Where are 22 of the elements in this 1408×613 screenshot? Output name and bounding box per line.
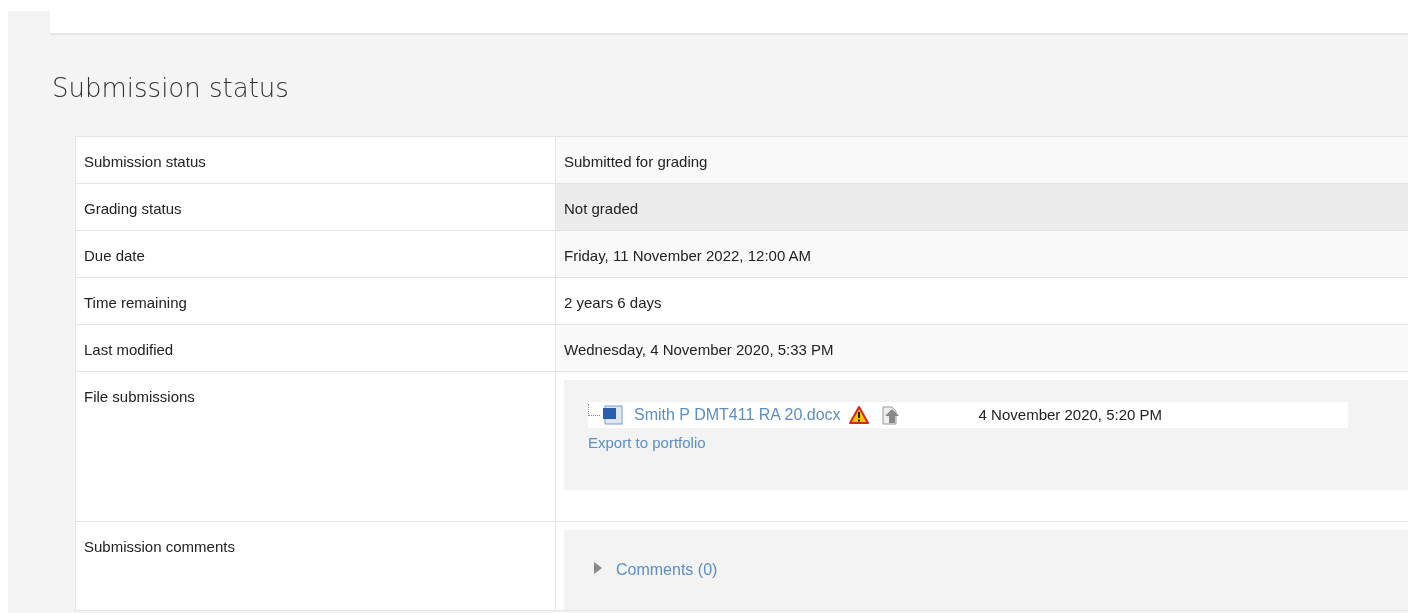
comments-link[interactable]: Comments (0)	[616, 558, 718, 582]
row-label: Submission status	[84, 153, 206, 170]
section-heading: Submission status	[52, 72, 289, 105]
export-icon[interactable]	[880, 404, 901, 426]
expand-triangle-icon[interactable]	[594, 562, 602, 574]
row-label: File submissions	[84, 388, 195, 405]
row-value: Friday, 11 November 2022, 12:00 AM	[564, 247, 812, 264]
tree-connector	[588, 404, 600, 416]
row-label: Due date	[84, 247, 145, 264]
row-label: Last modified	[84, 341, 174, 358]
file-link[interactable]: Smith P DMT411 RA 20.docx	[634, 403, 841, 427]
row-value: Submitted for grading	[564, 153, 708, 170]
row-value: 2 years 6 days	[564, 294, 662, 311]
row-label: Time remaining	[84, 294, 187, 311]
word-document-icon	[602, 404, 624, 426]
warning-icon	[848, 406, 869, 424]
row-value: Wednesday, 4 November 2020, 5:33 PM	[564, 341, 834, 358]
row-value: Not graded	[564, 200, 639, 217]
row-label: Grading status	[84, 200, 182, 217]
row-label: Submission comments	[84, 538, 235, 555]
file-date: 4 November 2020, 5:20 PM	[978, 404, 1163, 425]
export-link[interactable]: Export to portfolio	[588, 432, 706, 455]
